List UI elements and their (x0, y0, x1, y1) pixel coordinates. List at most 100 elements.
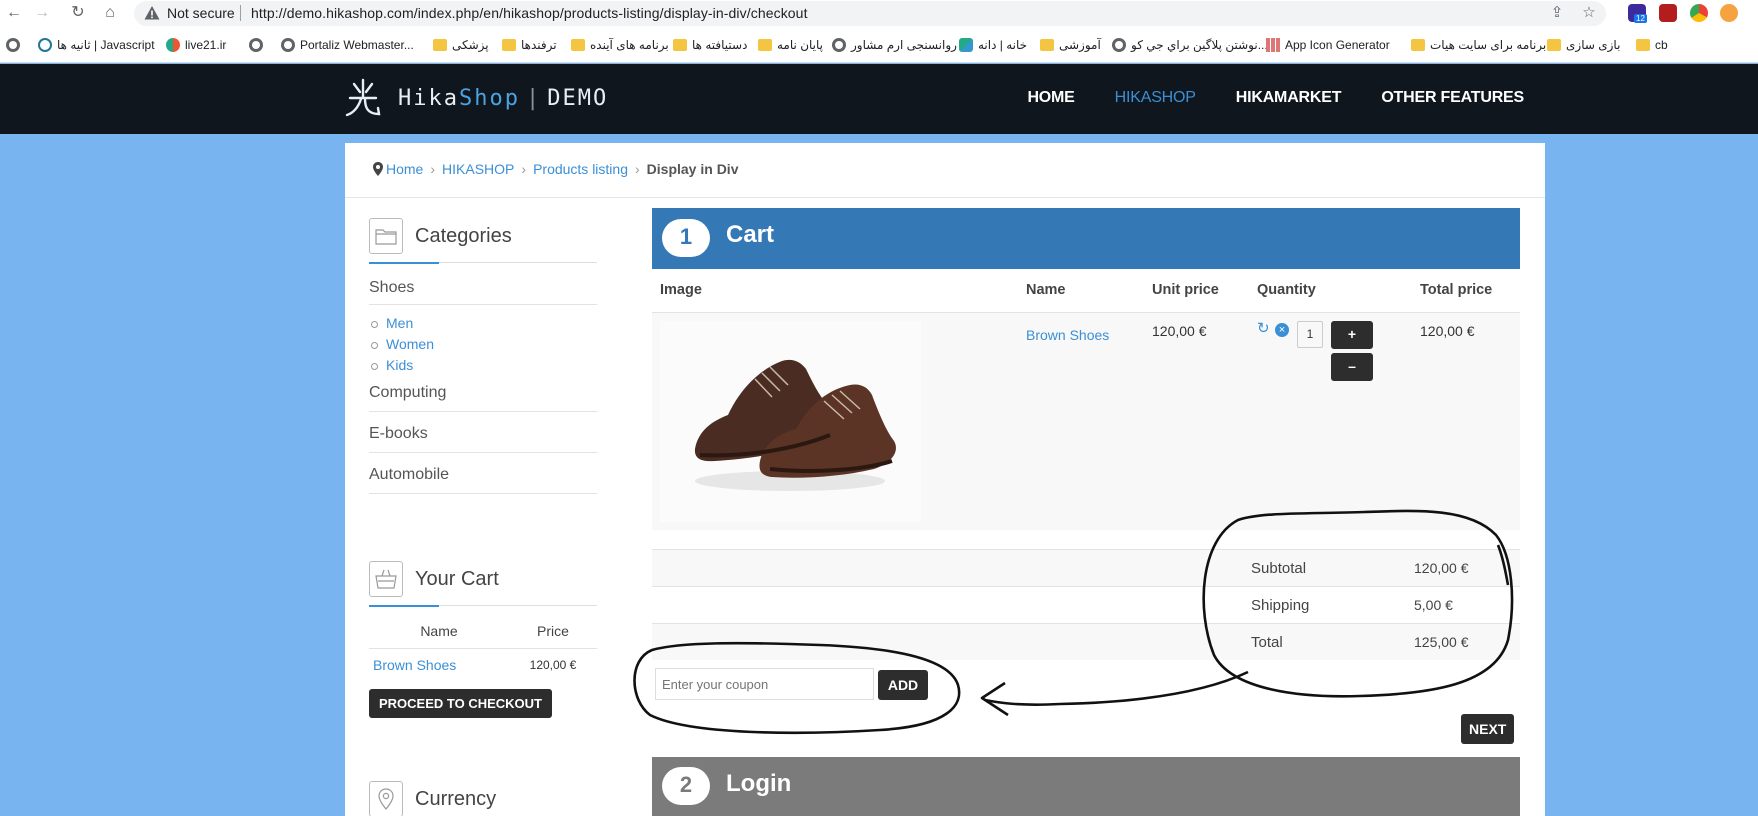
bookmark-item[interactable]: دستیافته ها (673, 36, 747, 54)
bookmark-item[interactable] (249, 36, 268, 54)
bookmark-label: پایان نامه (777, 38, 823, 52)
proceed-to-checkout-button[interactable]: PROCEED TO CHECKOUT (369, 689, 552, 718)
product-image[interactable] (660, 320, 921, 522)
quantity-plus-button[interactable]: + (1331, 320, 1373, 349)
hikashop-logo-icon (345, 78, 381, 117)
forward-arrow-icon[interactable]: → (32, 3, 52, 23)
quantity-input[interactable]: 1 (1297, 320, 1323, 348)
total-price: 120,00 € (1420, 322, 1475, 339)
mini-cart-header-price: Price (509, 614, 597, 649)
nav-hikashop[interactable]: HIKASHOP (1115, 89, 1196, 107)
chrome-extension-icon[interactable] (1690, 4, 1708, 22)
address-bar[interactable]: Not secure http://demo.hikashop.com/inde… (134, 1, 1606, 26)
shipping-row: Shipping 5,00 € (652, 586, 1520, 623)
title-underline (369, 605, 597, 607)
bookmark-item[interactable]: ترفندها (502, 36, 557, 54)
subcategory-kids[interactable]: Kids (371, 355, 597, 376)
bookmark-item[interactable]: live21.ir (166, 36, 226, 54)
main-navigation: HOME HIKASHOP HIKAMARKET OTHER FEATURES (1027, 89, 1524, 107)
subcategory-women[interactable]: Women (371, 334, 597, 355)
total-value: 125,00 € (1414, 634, 1469, 650)
bookmark-item[interactable]: بازی سازی (1547, 36, 1620, 54)
site-logo[interactable]: HikaShop | DEMO (344, 78, 608, 118)
bookmark-star-icon[interactable]: ☆ (1580, 4, 1598, 22)
remove-icon[interactable]: × (1275, 322, 1289, 337)
subcategory-men[interactable]: Men (371, 313, 597, 334)
breadcrumb-hikashop[interactable]: HIKASHOP (442, 161, 514, 177)
bookmarks-bar: ثانیه ها | Javascript live21.ir Portaliz… (0, 27, 1758, 63)
back-arrow-icon[interactable]: ← (4, 3, 24, 23)
globe-icon (1112, 38, 1126, 52)
bookmark-item[interactable]: برنامه برای سایت هیات (1411, 36, 1546, 54)
bookmark-label: خانه | دانه (978, 38, 1028, 52)
reload-icon[interactable]: ↻ (68, 3, 88, 23)
bookmark-item[interactable] (6, 36, 20, 54)
next-button[interactable]: NEXT (1461, 714, 1515, 744)
site-icon (166, 38, 180, 52)
extension-icon-2[interactable] (1720, 4, 1738, 22)
bookmark-item[interactable]: پایان نامه (758, 36, 823, 54)
bookmark-label: Portaliz Webmaster... (300, 38, 414, 52)
bookmark-item[interactable]: آموزشی (1040, 36, 1101, 54)
step-title: Cart (726, 221, 775, 248)
logo-word-shop: Shop (458, 85, 520, 111)
location-pin-icon (373, 162, 383, 176)
currency-title: Currency (369, 779, 597, 816)
folder-icon (1411, 39, 1425, 51)
share-icon[interactable]: ⇪ (1548, 4, 1566, 22)
bookmark-item[interactable]: نوشتن پلاگین براي جي کو... (1112, 36, 1268, 54)
add-coupon-button[interactable]: ADD (878, 670, 928, 700)
ublock-icon[interactable] (1659, 4, 1677, 22)
breadcrumb-current: Display in Div (646, 161, 739, 177)
nav-hikamarket[interactable]: HIKAMARKET (1236, 89, 1342, 107)
refresh-icon[interactable]: ↻ (1257, 321, 1271, 337)
breadcrumb-products-listing[interactable]: Products listing (533, 161, 628, 177)
nav-other-features[interactable]: OTHER FEATURES (1381, 89, 1524, 107)
bookmark-item[interactable]: پزشکی (433, 36, 489, 54)
column-header-image: Image (652, 269, 1018, 313)
bookmark-item[interactable]: cb (1636, 36, 1668, 54)
subtotal-row: Subtotal 120,00 € (652, 549, 1520, 586)
mini-cart-table: Name Price Brown Shoes 120,00 € (369, 614, 597, 681)
quantity-minus-button[interactable]: – (1331, 352, 1373, 381)
logo-word-hika: Hika (398, 85, 459, 111)
column-header-quantity: Quantity (1249, 269, 1412, 313)
basket-icon (369, 561, 403, 597)
step-1-header: 1 Cart (652, 208, 1520, 269)
coupon-input[interactable] (655, 668, 874, 700)
subcategory-list: Men Women Kids (369, 305, 597, 378)
category-shoes[interactable]: Shoes (369, 271, 597, 305)
globe-icon (6, 38, 20, 52)
step-title: Login (726, 770, 792, 797)
globe-icon (249, 38, 263, 52)
extension-icon[interactable]: 12 (1628, 4, 1647, 23)
grid-icon (1266, 38, 1280, 52)
bookmark-item[interactable]: خانه | دانه (959, 36, 1027, 54)
bookmark-item[interactable]: App Icon Generator (1266, 36, 1390, 54)
bookmark-item[interactable]: روانسنجی ارم مشاور (832, 36, 957, 54)
folder-icon (1636, 39, 1650, 51)
bookmark-label: دستیافته ها (692, 38, 748, 52)
url-text[interactable]: http://demo.hikashop.com/index.php/en/hi… (251, 5, 808, 21)
warning-icon (144, 6, 160, 20)
categories-module: Categories Shoes Men Women Kids Computin… (369, 216, 597, 494)
currency-heading: Currency (415, 787, 497, 810)
category-ebooks[interactable]: E-books (369, 412, 597, 453)
logo-separator: | (525, 85, 542, 111)
logo-text: HikaShop | DEMO (398, 86, 608, 111)
site-icon (959, 38, 973, 52)
breadcrumb-home[interactable]: Home (386, 161, 423, 177)
cart-title: Your Cart (369, 559, 597, 599)
home-icon[interactable]: ⌂ (100, 3, 120, 23)
step-number-badge: 1 (662, 219, 710, 257)
globe-icon (281, 38, 295, 52)
security-label[interactable]: Not secure (167, 5, 235, 21)
product-name-link[interactable]: Brown Shoes (1026, 327, 1109, 343)
nav-home[interactable]: HOME (1027, 89, 1074, 107)
bookmark-item[interactable]: ثانیه ها | Javascript (38, 36, 155, 54)
category-automobile[interactable]: Automobile (369, 453, 597, 494)
bookmark-item[interactable]: برنامه های آینده (571, 36, 669, 54)
bookmark-item[interactable]: Portaliz Webmaster... (281, 36, 414, 54)
mini-cart-item-link[interactable]: Brown Shoes (373, 657, 456, 673)
category-computing[interactable]: Computing (369, 378, 597, 412)
